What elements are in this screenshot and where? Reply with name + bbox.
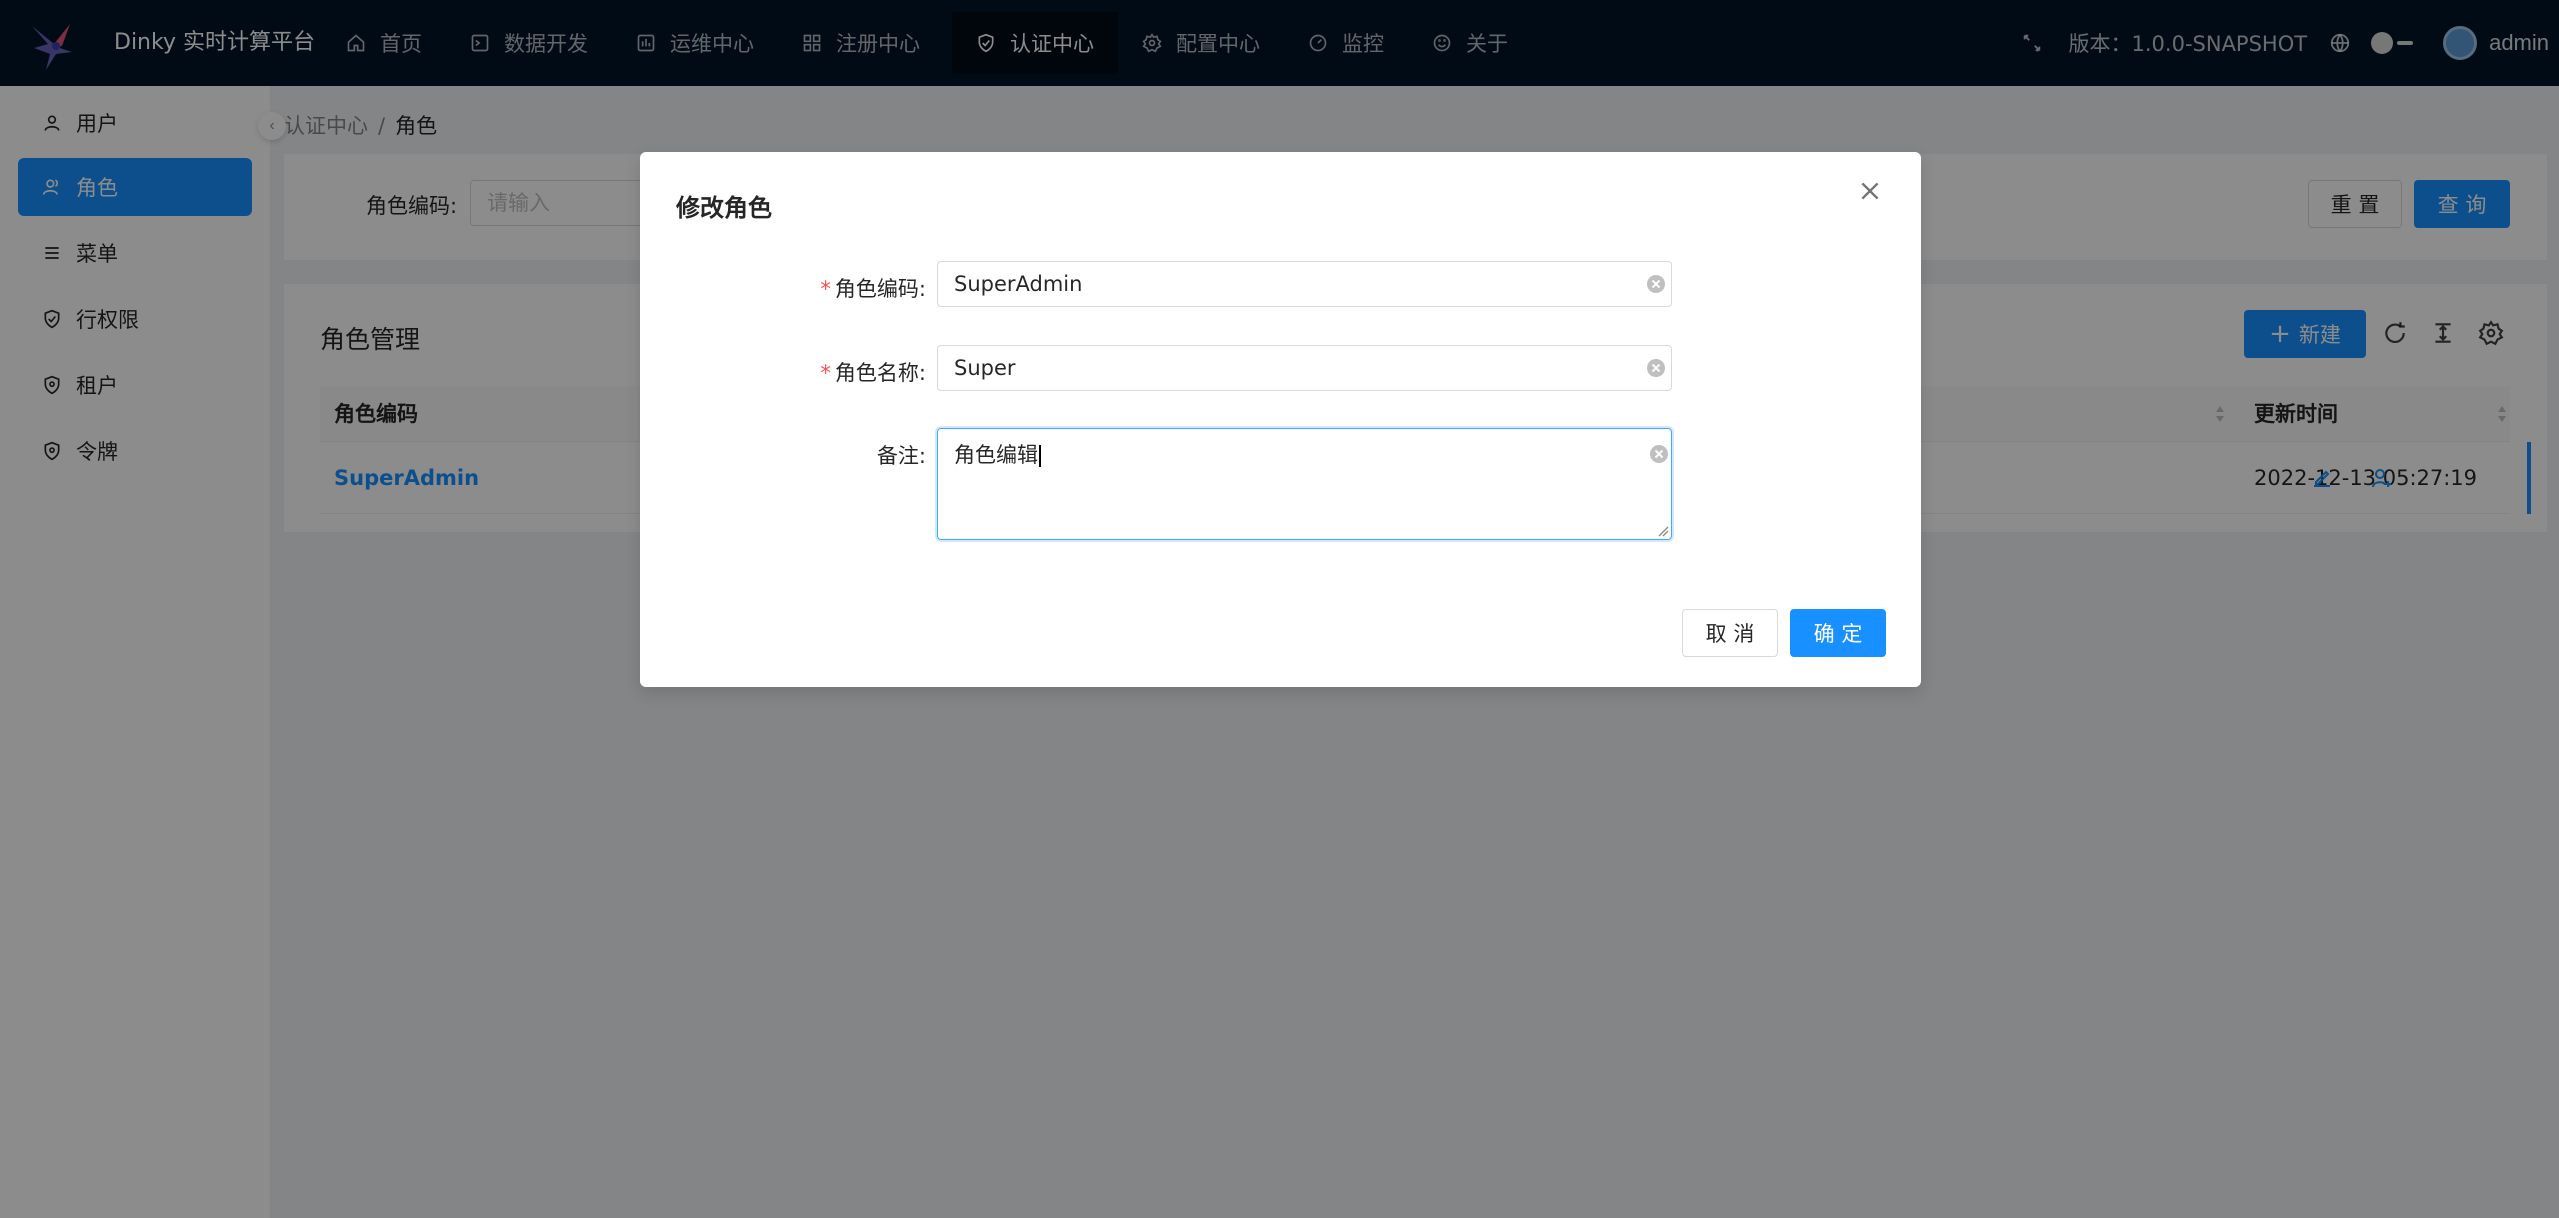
role-code-label: * 角色编码: (820, 273, 926, 303)
role-name-input[interactable]: Super (937, 345, 1672, 391)
note-label-wrap: 备注: (640, 428, 926, 474)
clear-icon[interactable] (1650, 445, 1668, 463)
clear-icon[interactable] (1647, 275, 1665, 293)
required-mark: * (820, 277, 831, 301)
role-name-label-text: 角色名称: (834, 361, 926, 385)
edit-role-modal: 修改角色 * 角色编码: SuperAdmin * 角色名称: Super 备注: … (640, 152, 1921, 687)
modal-title: 修改角色 (676, 194, 772, 222)
text-cursor (1039, 445, 1041, 467)
role-code-label-wrap: * 角色编码: (640, 261, 926, 307)
close-icon[interactable] (1857, 178, 1891, 212)
note-label: 备注: (876, 444, 926, 468)
role-name-label: * 角色名称: (820, 357, 926, 387)
ok-button[interactable]: 确 定 (1790, 609, 1886, 657)
role-name-label-wrap: * 角色名称: (640, 345, 926, 391)
role-code-label-text: 角色编码: (834, 277, 926, 301)
required-mark: * (820, 361, 831, 385)
note-text: 角色编辑 (954, 443, 1038, 467)
note-textarea[interactable]: 角色编辑 (937, 428, 1672, 540)
role-code-input[interactable]: SuperAdmin (937, 261, 1672, 307)
resize-grip-icon[interactable] (1657, 525, 1669, 537)
clear-icon[interactable] (1647, 359, 1665, 377)
cancel-button[interactable]: 取 消 (1682, 609, 1778, 657)
